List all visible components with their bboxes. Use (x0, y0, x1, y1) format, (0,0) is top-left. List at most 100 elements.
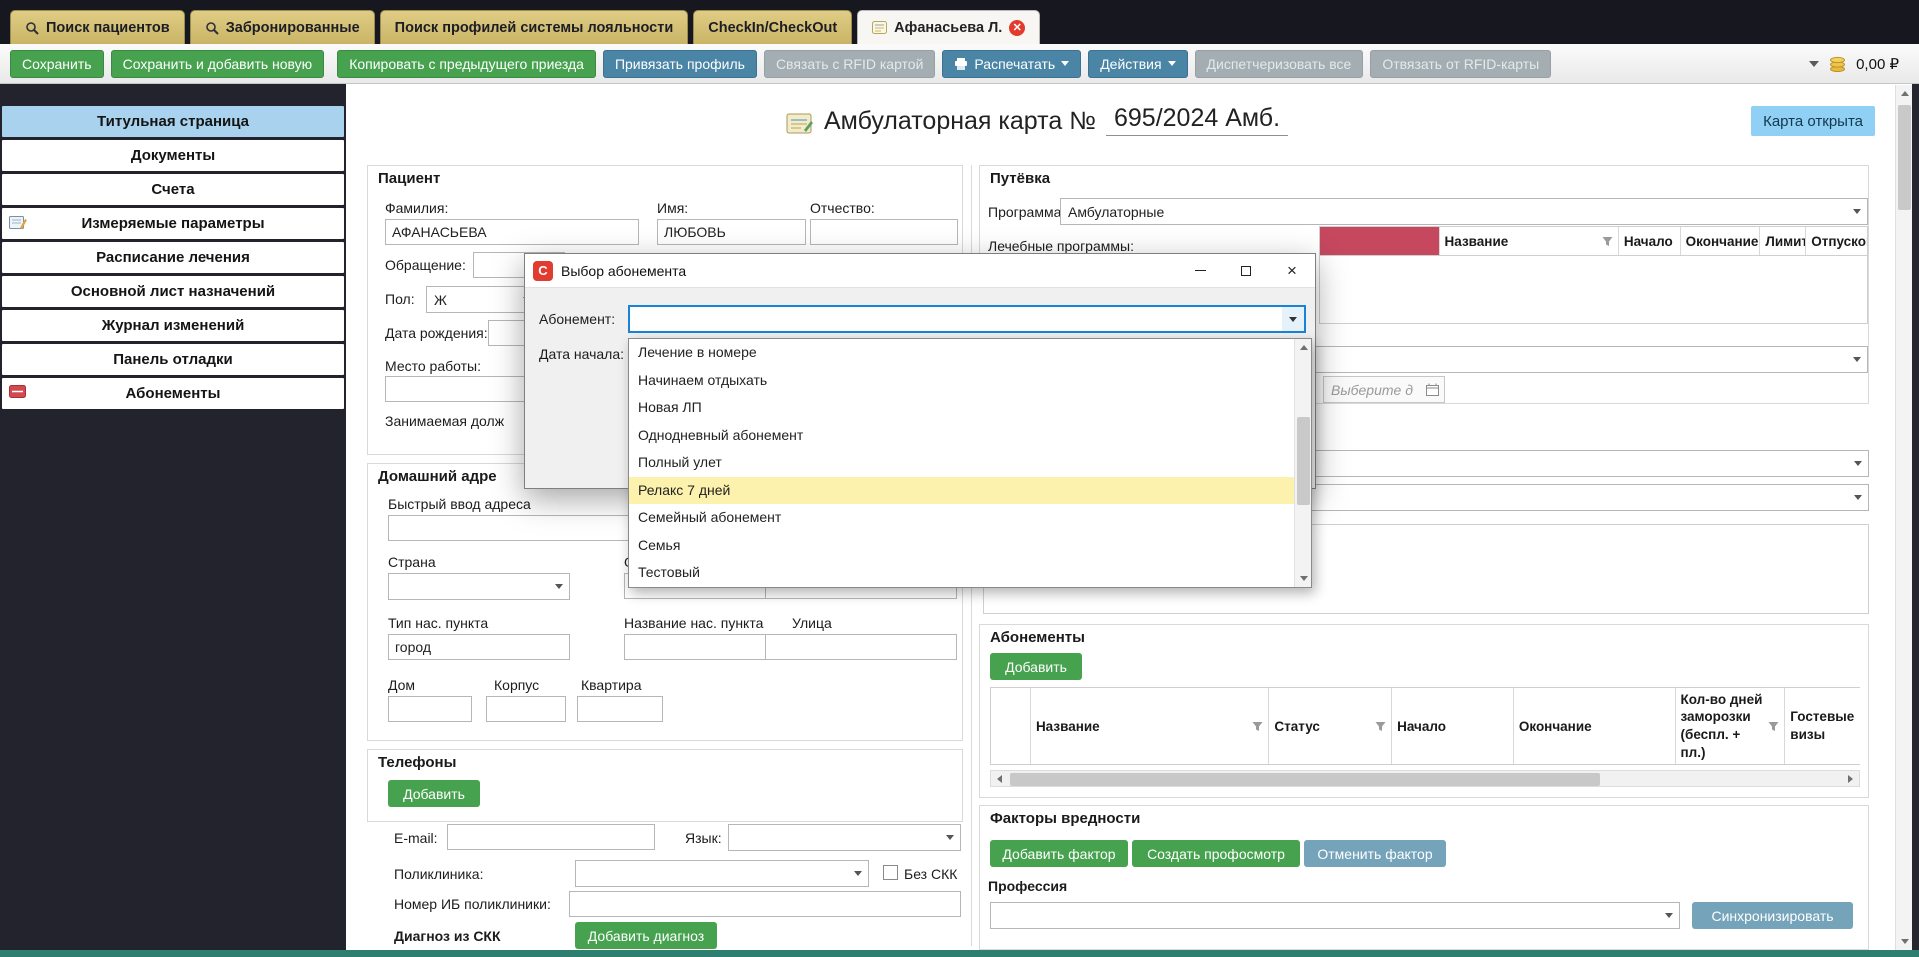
column-header-end[interactable]: Окончание (1681, 227, 1761, 255)
sidebar-item-change-log[interactable]: Журнал изменений (2, 310, 344, 341)
quick-address-input[interactable] (388, 515, 630, 541)
scrollbar-thumb[interactable] (1010, 773, 1600, 786)
sidebar-item-title-page[interactable]: Титульная страница (2, 106, 344, 137)
surname-input[interactable] (385, 219, 639, 245)
column-header-vacations[interactable]: Отпусков (1806, 227, 1867, 255)
tab-booked[interactable]: Забронированные (190, 10, 375, 44)
header-label: Отпусков (1811, 234, 1867, 249)
column-header-start[interactable]: Начало (1619, 227, 1681, 255)
program-label: Программа: (988, 204, 1065, 220)
minimize-button[interactable] (1177, 254, 1223, 288)
name-input[interactable] (657, 219, 806, 245)
filter-icon[interactable] (1375, 721, 1386, 732)
dropdown-scrollbar[interactable] (1294, 339, 1311, 587)
chevron-down-icon (1665, 913, 1673, 918)
apartment-input[interactable] (577, 696, 663, 722)
scrollbar-thumb[interactable] (1898, 105, 1911, 210)
sidebar-item-debug-panel[interactable]: Панель отладки (2, 344, 344, 375)
filter-icon[interactable] (1252, 721, 1263, 732)
subscription-combobox[interactable] (628, 305, 1306, 333)
tab-close-icon[interactable]: ✕ (1009, 20, 1025, 36)
dropdown-option[interactable]: Тестовый (629, 559, 1294, 587)
tab-loyalty-profiles[interactable]: Поиск профилей системы лояльности (380, 10, 689, 44)
column-header-limit[interactable]: Лимит (1760, 227, 1806, 255)
close-button[interactable]: × (1269, 254, 1315, 288)
tab-patient-card[interactable]: Афанасьева Л. ✕ (857, 10, 1040, 44)
building-input[interactable] (486, 696, 566, 722)
save-button[interactable]: Сохранить (10, 50, 104, 78)
dropdown-option[interactable]: Полный улет (629, 449, 1294, 477)
gender-combobox[interactable]: Ж (426, 286, 538, 313)
tab-checkin-checkout[interactable]: CheckIn/CheckOut (693, 10, 852, 44)
dropdown-option[interactable]: Новая ЛП (629, 394, 1294, 422)
treatment-programs-body[interactable] (1319, 256, 1868, 324)
column-header-guest-visits[interactable]: Гостевые визы (1785, 688, 1860, 764)
create-medical-exam-button[interactable]: Создать профосмотр (1132, 840, 1300, 867)
clinic-label: Поликлиника: (394, 866, 483, 882)
add-subscription-button[interactable]: Добавить (990, 653, 1082, 680)
clinic-combobox[interactable] (575, 860, 869, 887)
combobox-dropdown-button[interactable] (1282, 307, 1304, 331)
scroll-left-icon[interactable] (991, 771, 1008, 786)
sidebar-item-treatment-schedule[interactable]: Расписание лечения (2, 242, 344, 273)
add-phone-button[interactable]: Добавить (388, 780, 480, 807)
save-and-add-button[interactable]: Сохранить и добавить новую (111, 50, 325, 78)
house-input[interactable] (388, 696, 472, 722)
scrollbar-thumb[interactable] (1297, 417, 1310, 505)
tab-patient-search[interactable]: Поиск пациентов (10, 10, 185, 44)
scroll-right-icon[interactable] (1842, 771, 1859, 786)
dialog-titlebar[interactable]: C Выбор абонемента × (525, 254, 1315, 288)
print-button[interactable]: Распечатать (942, 50, 1081, 78)
patronymic-input[interactable] (810, 219, 958, 245)
rfid-unlink-label: Отвязать от RFID-карты (1382, 56, 1539, 72)
date-picker-field[interactable]: Выберите д (1323, 376, 1445, 403)
dropdown-option[interactable]: Лечение в номере (629, 339, 1294, 367)
sidebar-item-subscriptions[interactable]: Абонементы (2, 378, 344, 409)
column-header-status[interactable]: Статус (1269, 688, 1392, 764)
program-combobox[interactable]: Амбулаторные (1060, 198, 1868, 225)
horizontal-scrollbar[interactable] (990, 770, 1860, 787)
dropdown-option[interactable]: Начинаем отдыхать (629, 367, 1294, 395)
position-label: Занимаемая долж (385, 413, 504, 429)
synchronize-button[interactable]: Синхронизировать (1692, 902, 1853, 929)
dropdown-option[interactable]: Однодневный абонемент (629, 422, 1294, 450)
copy-previous-visit-button[interactable]: Копировать с предыдущего приезда (337, 50, 596, 78)
column-header-end[interactable]: Окончание (1514, 688, 1676, 764)
rfid-link-button: Связать с RFID картой (764, 50, 935, 78)
dropdown-option[interactable]: Семья (629, 532, 1294, 560)
toolbar-overflow-chevron-icon[interactable] (1809, 61, 1819, 67)
column-header-name[interactable]: Название (1031, 688, 1269, 764)
scroll-up-icon[interactable] (1896, 85, 1913, 102)
card-number-field[interactable]: 695/2024 Амб. (1106, 104, 1288, 136)
bind-profile-button[interactable]: Привязать профиль (603, 50, 757, 78)
sidebar-item-documents[interactable]: Документы (2, 140, 344, 171)
add-factor-button[interactable]: Добавить фактор (990, 840, 1128, 867)
street-input[interactable] (765, 634, 957, 660)
dropdown-option[interactable]: Семейный абонемент (629, 504, 1294, 532)
sidebar-item-measured-parameters[interactable]: Измеряемые параметры (2, 208, 344, 239)
vertical-scrollbar[interactable] (1895, 85, 1912, 950)
clinic-number-input[interactable] (569, 891, 961, 917)
settlement-type-input[interactable] (388, 634, 570, 660)
calendar-icon[interactable] (1426, 383, 1439, 396)
actions-button[interactable]: Действия (1088, 50, 1187, 78)
rfid-unlink-button: Отвязать от RFID-карты (1370, 50, 1551, 78)
filter-icon[interactable] (1602, 236, 1613, 247)
language-combobox[interactable] (728, 824, 961, 851)
sidebar-item-main-prescription-sheet[interactable]: Основной лист назначений (2, 276, 344, 307)
no-skk-checkbox[interactable] (883, 865, 898, 880)
sidebar-item-invoices[interactable]: Счета (2, 174, 344, 205)
column-header-freeze-days[interactable]: Кол-во дней заморозки (беспл. + пл.) (1676, 688, 1786, 764)
country-combobox[interactable] (388, 573, 570, 600)
add-diagnosis-button[interactable]: Добавить диагноз (575, 922, 717, 949)
email-input[interactable] (447, 824, 655, 850)
profession-combobox[interactable] (990, 902, 1680, 929)
column-header-name[interactable]: Название (1440, 227, 1619, 255)
filter-icon[interactable] (1768, 721, 1779, 732)
column-header-start[interactable]: Начало (1392, 688, 1514, 764)
maximize-button[interactable] (1223, 254, 1269, 288)
dropdown-option-highlighted[interactable]: Релакс 7 дней (629, 477, 1294, 505)
scroll-down-icon[interactable] (1896, 933, 1913, 950)
scroll-down-icon[interactable] (1295, 570, 1312, 587)
scroll-up-icon[interactable] (1295, 339, 1312, 356)
